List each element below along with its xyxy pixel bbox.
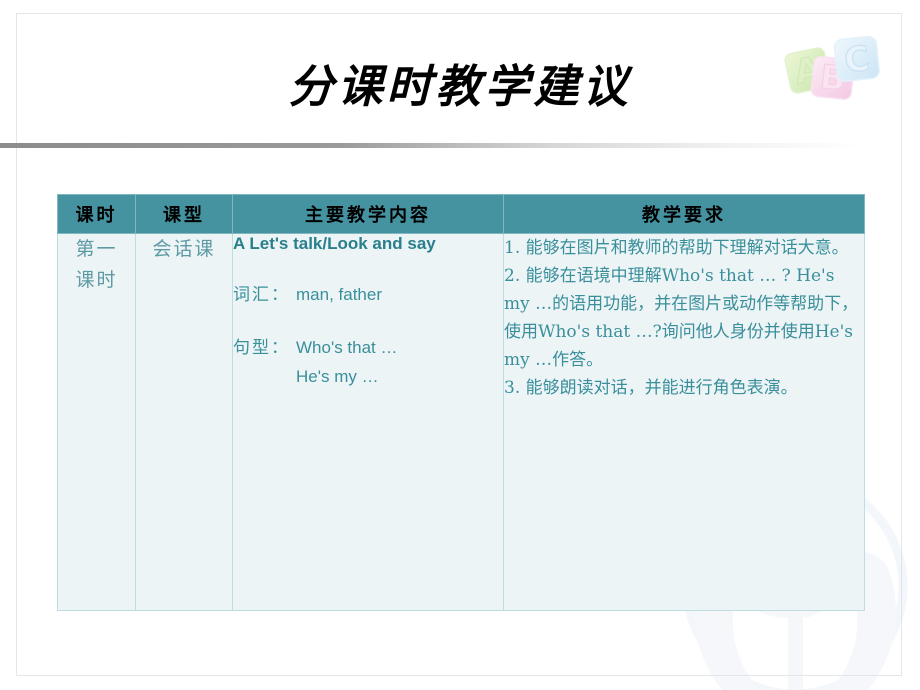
cell-period: 第一 课时 — [57, 233, 136, 611]
header-lesson-type: 课型 — [135, 194, 233, 234]
abc-blocks-icon: A B C — [780, 24, 880, 104]
cell-main-content: A Let's talk/Look and say 词汇： man, fathe… — [232, 233, 504, 611]
table-header-row: 课时 课型 主要教学内容 教学要求 — [57, 194, 865, 234]
content-item-vocabulary: 词汇： man, father — [233, 280, 503, 309]
content-heading: A Let's talk/Look and say — [233, 234, 436, 253]
requirement-item: 1. 能够在图片和教师的帮助下理解对话大意。 — [504, 238, 849, 258]
header-requirements: 教学要求 — [503, 194, 865, 234]
page-title: 分课时教学建议 — [288, 60, 632, 113]
header-period: 课时 — [57, 194, 136, 234]
header-main-content: 主要教学内容 — [232, 194, 504, 234]
lesson-plan-table: 课时 课型 主要教学内容 教学要求 第一 课时 会话课 A Let's talk/… — [57, 194, 865, 611]
sentence-pattern-value: Who's that … He's my … — [296, 338, 398, 386]
svg-text:C: C — [842, 39, 871, 81]
presentation-slide: A B C 分课时教学建议 课时 课型 主要教学内容 教学要求 第一 课时 会话… — [0, 0, 920, 690]
sentence-pattern-label: 句型： — [233, 338, 290, 358]
cell-lesson-type: 会话课 — [135, 233, 233, 611]
vocabulary-label: 词汇： — [233, 285, 290, 305]
content-item-sentence-pattern: 句型： Who's that … He's my … — [233, 333, 503, 391]
period-label: 第一 课时 — [75, 238, 118, 291]
table-row: 第一 课时 会话课 A Let's talk/Look and say 词汇： m… — [57, 233, 865, 611]
title-divider — [0, 143, 890, 148]
requirement-item: 3. 能够朗读对话，并能进行角色表演。 — [504, 378, 798, 398]
vocabulary-value: man, father — [296, 285, 382, 304]
requirement-item: 2. 能够在语境中理解Who's that … ? He's my …的语用功能… — [504, 266, 859, 370]
cell-requirements: 1. 能够在图片和教师的帮助下理解对话大意。 2. 能够在语境中理解Who's … — [503, 233, 865, 611]
